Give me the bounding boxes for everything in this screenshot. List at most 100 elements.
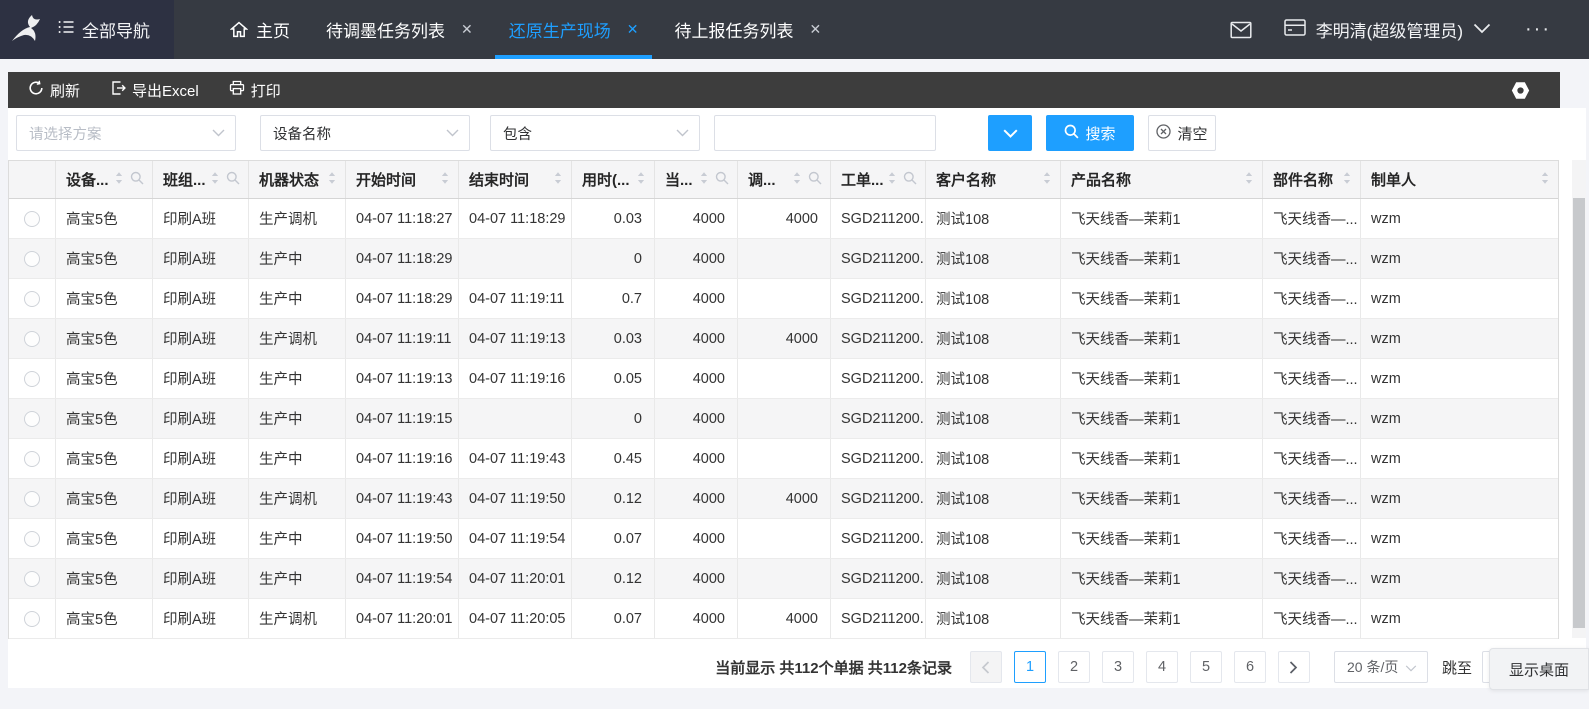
table-cell: 印刷A班: [153, 279, 249, 318]
column-header[interactable]: 设备...: [56, 161, 153, 198]
sort-icon[interactable]: [327, 170, 337, 190]
page-button-5[interactable]: 5: [1190, 651, 1222, 683]
page-button-2[interactable]: 2: [1058, 651, 1090, 683]
column-header[interactable]: 制单人: [1361, 161, 1558, 198]
table-row[interactable]: 高宝5色印刷A班生产调机04-07 11:18:2704-07 11:18:29…: [9, 199, 1558, 239]
tab-待上报任务列表[interactable]: 待上报任务列表✕: [656, 0, 839, 59]
tab-close-icon[interactable]: ✕: [461, 21, 473, 38]
sort-icon[interactable]: [1042, 170, 1052, 190]
row-radio[interactable]: [24, 571, 40, 587]
show-desktop-button[interactable]: 显示桌面: [1489, 648, 1589, 690]
sort-icon[interactable]: [553, 170, 563, 190]
column-search-icon[interactable]: [226, 171, 240, 189]
mail-icon[interactable]: [1230, 21, 1252, 39]
sort-icon[interactable]: [792, 170, 802, 190]
tab-close-icon[interactable]: ✕: [627, 21, 639, 38]
table-cell: 测试108: [926, 559, 1061, 598]
page-button-3[interactable]: 3: [1102, 651, 1134, 683]
sort-icon[interactable]: [1342, 170, 1352, 190]
page-button-1[interactable]: 1: [1014, 651, 1046, 683]
field-select[interactable]: 设备名称: [260, 115, 470, 151]
row-radio[interactable]: [24, 451, 40, 467]
column-header[interactable]: 工单...: [831, 161, 926, 198]
chevron-down-icon: [212, 125, 225, 141]
table-row[interactable]: 高宝5色印刷A班生产中04-07 11:19:1604-07 11:19:430…: [9, 439, 1558, 479]
sort-icon[interactable]: [440, 170, 450, 190]
column-header[interactable]: 调...: [738, 161, 831, 198]
keyword-input[interactable]: [714, 115, 936, 151]
column-search-icon[interactable]: [715, 171, 729, 189]
table-row[interactable]: 高宝5色印刷A班生产中04-07 11:19:1304-07 11:19:160…: [9, 359, 1558, 399]
menu-list-icon: [58, 19, 75, 40]
row-radio[interactable]: [24, 291, 40, 307]
brand-area[interactable]: 全部导航: [0, 0, 174, 59]
column-header[interactable]: 用时(...: [572, 161, 655, 198]
table-row[interactable]: 高宝5色印刷A班生产中04-07 11:19:1504000SGD211200.…: [9, 399, 1558, 439]
next-page-button[interactable]: [1278, 651, 1310, 683]
column-header[interactable]: 部件名称: [1263, 161, 1361, 198]
print-button[interactable]: 打印: [229, 80, 281, 101]
table-cell: 高宝5色: [56, 559, 153, 598]
clear-button[interactable]: 清空: [1148, 115, 1216, 151]
sort-icon[interactable]: [636, 170, 646, 190]
column-header[interactable]: 开始时间: [346, 161, 459, 198]
table-cell: 飞天线香—茉莉1: [1061, 599, 1263, 638]
table-row[interactable]: 高宝5色印刷A班生产中04-07 11:19:5004-07 11:19:540…: [9, 519, 1558, 559]
table-cell: 0: [572, 239, 655, 278]
user-menu[interactable]: 李明清(超级管理员): [1284, 17, 1491, 42]
all-nav-menu[interactable]: 全部导航: [58, 17, 150, 42]
search-button[interactable]: 搜索: [1046, 115, 1134, 151]
table-cell: wzm: [1361, 199, 1558, 238]
tab-close-icon[interactable]: ✕: [809, 21, 821, 38]
page-button-6[interactable]: 6: [1234, 651, 1266, 683]
table-cell: 测试108: [926, 239, 1061, 278]
table-row[interactable]: 高宝5色印刷A班生产调机04-07 11:19:4304-07 11:19:50…: [9, 479, 1558, 519]
refresh-button[interactable]: 刷新: [28, 80, 80, 101]
sort-icon[interactable]: [114, 170, 124, 190]
table-row[interactable]: 高宝5色印刷A班生产中04-07 11:19:5404-07 11:20:010…: [9, 559, 1558, 599]
tab-还原生产现场[interactable]: 还原生产现场✕: [491, 0, 657, 59]
prev-page-button[interactable]: [970, 651, 1002, 683]
column-header[interactable]: 班组...: [153, 161, 249, 198]
column-header[interactable]: 结束时间: [459, 161, 572, 198]
all-nav-label: 全部导航: [82, 17, 150, 42]
sort-icon[interactable]: [887, 170, 897, 190]
table-row[interactable]: 高宝5色印刷A班生产中04-07 11:18:2904-07 11:19:110…: [9, 279, 1558, 319]
scheme-select[interactable]: 请选择方案: [16, 115, 236, 151]
operator-select[interactable]: 包含: [490, 115, 700, 151]
column-search-icon[interactable]: [808, 171, 822, 189]
table-cell: 生产中: [249, 519, 346, 558]
row-radio[interactable]: [24, 251, 40, 267]
tab-主页[interactable]: 主页: [212, 0, 308, 59]
sort-icon[interactable]: [210, 170, 220, 190]
table-row[interactable]: 高宝5色印刷A班生产调机04-07 11:19:1104-07 11:19:13…: [9, 319, 1558, 359]
column-search-icon[interactable]: [903, 171, 917, 189]
column-header[interactable]: 客户名称: [926, 161, 1061, 198]
row-radio[interactable]: [24, 331, 40, 347]
settings-icon[interactable]: [1511, 81, 1530, 105]
page-size-select[interactable]: 20 条/页: [1334, 651, 1428, 683]
scrollbar-thumb[interactable]: [1573, 198, 1585, 628]
sort-icon[interactable]: [699, 170, 709, 190]
row-radio[interactable]: [24, 531, 40, 547]
more-menu-icon[interactable]: ···: [1525, 18, 1551, 41]
column-header[interactable]: 产品名称: [1061, 161, 1263, 198]
sort-icon[interactable]: [1244, 170, 1254, 190]
sort-icon[interactable]: [1540, 170, 1550, 190]
column-header[interactable]: 当...: [655, 161, 738, 198]
table-scrollbar[interactable]: [1572, 160, 1586, 638]
table-cell: 高宝5色: [56, 279, 153, 318]
tab-待调墨任务列表[interactable]: 待调墨任务列表✕: [308, 0, 491, 59]
row-radio[interactable]: [24, 211, 40, 227]
table-row[interactable]: 高宝5色印刷A班生产调机04-07 11:20:0104-07 11:20:05…: [9, 599, 1558, 639]
row-radio[interactable]: [24, 491, 40, 507]
table-row[interactable]: 高宝5色印刷A班生产中04-07 11:18:2904000SGD211200.…: [9, 239, 1558, 279]
row-radio[interactable]: [24, 611, 40, 627]
row-radio[interactable]: [24, 371, 40, 387]
column-search-icon[interactable]: [130, 171, 144, 189]
export-excel-button[interactable]: 导出Excel: [110, 80, 199, 101]
column-header[interactable]: 机器状态: [249, 161, 346, 198]
page-button-4[interactable]: 4: [1146, 651, 1178, 683]
expand-filters-button[interactable]: [988, 115, 1032, 151]
row-radio[interactable]: [24, 411, 40, 427]
